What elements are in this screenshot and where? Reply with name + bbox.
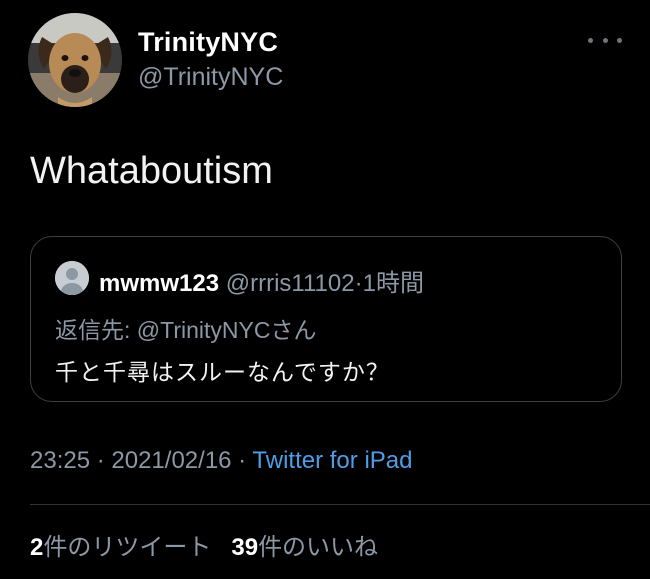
likes-stat[interactable]: 39件のいいね <box>231 534 378 561</box>
tweet-source-link[interactable]: Twitter for iPad <box>252 447 412 474</box>
more-horizontal-icon[interactable] <box>588 30 622 50</box>
quoted-author-handle[interactable]: @rrris11102 <box>226 270 355 297</box>
tweet-date[interactable]: 2021/02/16 <box>111 447 231 474</box>
tweet-meta: 23:25 · 2021/02/16 · Twitter for iPad <box>30 447 412 475</box>
quoted-tweet-time[interactable]: 1時間 <box>363 270 424 297</box>
quoted-tweet[interactable]: mwmw123 @rrris11102·1時間 返信先: @TrinityNYC… <box>30 236 622 402</box>
reply-to-label: 返信先: @TrinityNYCさん <box>55 317 317 343</box>
like-count: 39 <box>231 534 259 561</box>
tweet-card: TrinityNYC @TrinityNYC Whataboutism mwmw… <box>0 0 650 579</box>
meta-separator: · <box>231 447 253 474</box>
more-dot <box>588 37 593 43</box>
default-profile-icon[interactable] <box>55 261 89 295</box>
quoted-tweet-header: mwmw123 @rrris11102·1時間 <box>99 263 424 298</box>
retweet-label: 件のリツイート <box>43 534 212 561</box>
profile-silhouette-icon <box>55 261 89 295</box>
dog-avatar-image <box>28 13 122 107</box>
meta-separator: · <box>90 447 112 474</box>
more-dot <box>617 37 622 43</box>
quoted-author-name[interactable]: mwmw123 <box>99 270 219 297</box>
author-name[interactable]: TrinityNYC <box>138 27 278 58</box>
author-handle[interactable]: @TrinityNYC <box>138 63 283 92</box>
author-avatar[interactable] <box>28 13 122 107</box>
retweets-stat[interactable]: 2件のリツイート <box>30 534 211 561</box>
retweet-count: 2 <box>30 534 44 561</box>
divider <box>30 504 650 505</box>
tweet-text: Whataboutism <box>30 150 273 192</box>
separator-dot: · <box>354 270 363 297</box>
like-label: 件のいいね <box>258 534 379 561</box>
more-dot <box>602 37 608 43</box>
tweet-stats: 2件のリツイート 39件のいいね <box>30 527 378 562</box>
tweet-time[interactable]: 23:25 <box>30 447 90 474</box>
quoted-tweet-text: 千と千尋はスルーなんですか？ <box>55 359 390 385</box>
